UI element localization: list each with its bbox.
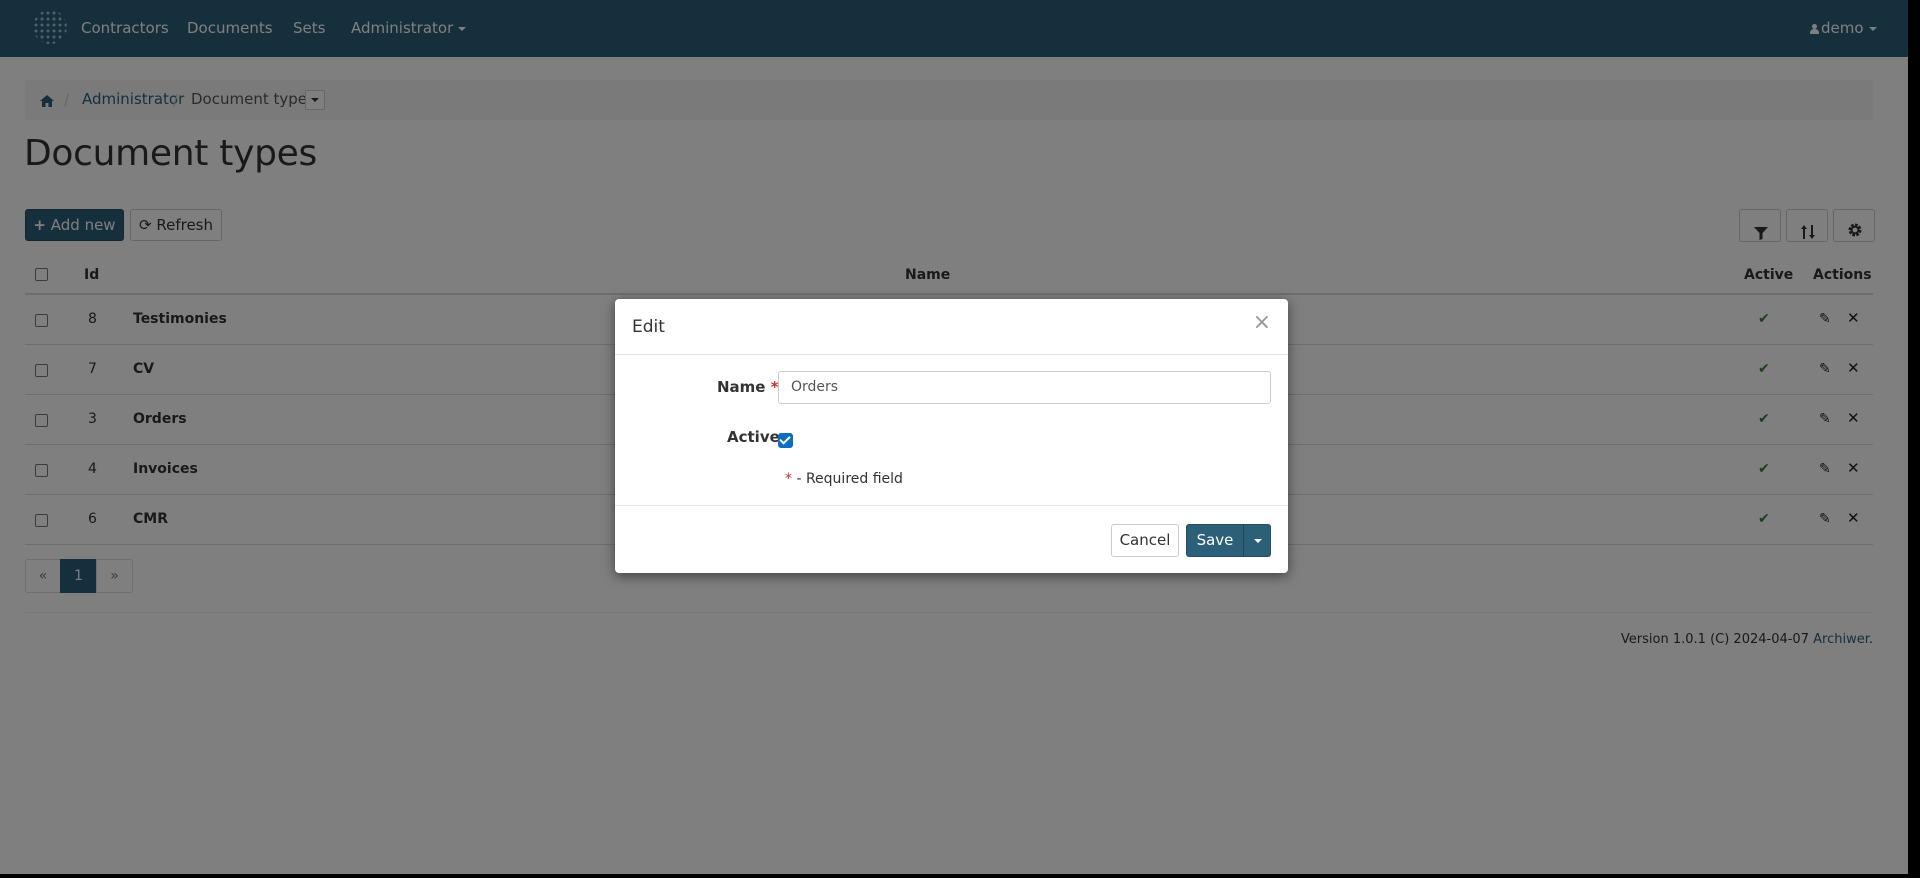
name-label-text: Name xyxy=(717,378,766,396)
scrollbar[interactable] xyxy=(1908,0,1920,878)
required-asterisk: * xyxy=(785,471,792,487)
active-label: Active xyxy=(727,428,780,446)
save-options-button[interactable] xyxy=(1243,524,1271,557)
active-checkbox[interactable] xyxy=(778,433,793,448)
window-edge xyxy=(0,874,1920,878)
close-icon[interactable]: × xyxy=(1253,312,1271,334)
dialog-title: Edit xyxy=(632,317,665,337)
required-note-text: - Required field xyxy=(796,471,903,487)
save-button[interactable]: Save xyxy=(1186,524,1244,557)
chevron-down-icon xyxy=(1254,539,1262,543)
name-field[interactable]: Orders xyxy=(778,371,1271,404)
dialog-footer-divider xyxy=(615,505,1288,506)
name-label: Name * xyxy=(717,378,779,396)
dialog-header-divider xyxy=(615,354,1288,355)
cancel-button[interactable]: Cancel xyxy=(1111,524,1179,557)
edit-dialog: Edit × Name * Orders Active * - Required… xyxy=(615,299,1288,573)
required-field-note: * - Required field xyxy=(785,471,903,487)
